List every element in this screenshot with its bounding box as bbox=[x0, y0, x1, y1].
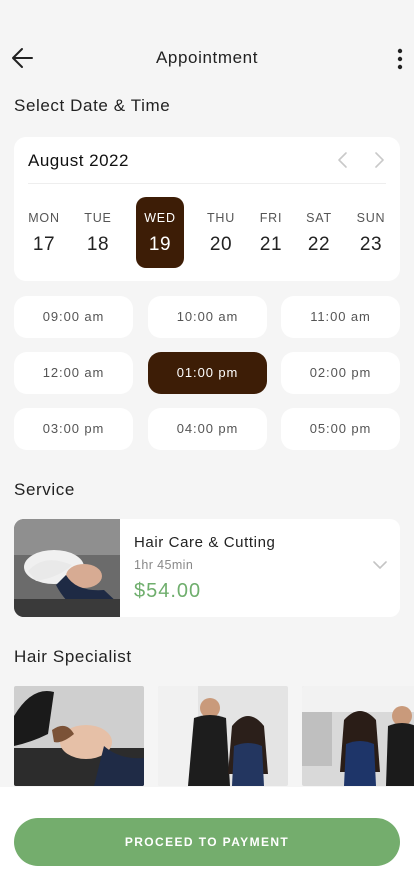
service-price: $54.00 bbox=[134, 580, 202, 602]
day-name: SUN bbox=[356, 211, 386, 225]
calendar-divider bbox=[28, 183, 386, 184]
date-time-section-title: Select Date & Time bbox=[14, 96, 171, 115]
time-slot[interactable]: 10:00 am bbox=[148, 296, 267, 338]
footer-bar: PROCEED TO PAYMENT bbox=[0, 787, 414, 896]
day-fri[interactable]: FRI 21 bbox=[247, 197, 295, 268]
day-wed-selected[interactable]: WED 19 bbox=[136, 197, 184, 268]
day-number: 19 bbox=[148, 234, 172, 255]
chevron-right-icon[interactable] bbox=[370, 149, 388, 171]
day-mon[interactable]: MON 17 bbox=[20, 197, 68, 268]
day-number: 20 bbox=[209, 234, 233, 255]
day-name: MON bbox=[28, 211, 60, 225]
day-name: SAT bbox=[306, 211, 332, 225]
day-name: TUE bbox=[84, 211, 112, 225]
calendar-month: August 2022 bbox=[28, 151, 129, 170]
day-name: WED bbox=[144, 211, 176, 225]
chevron-down-icon[interactable] bbox=[372, 559, 388, 571]
proceed-to-payment-button[interactable]: PROCEED TO PAYMENT bbox=[14, 818, 400, 866]
day-tue[interactable]: TUE 18 bbox=[74, 197, 122, 268]
calendar-card: August 2022 MON 17 TUE 18 WED 19 THU 20 … bbox=[14, 137, 400, 281]
day-number: 17 bbox=[32, 234, 56, 255]
service-duration: 1hr 45min bbox=[134, 558, 194, 572]
day-sat[interactable]: SAT 22 bbox=[295, 197, 343, 268]
day-name: FRI bbox=[259, 211, 283, 225]
time-slot[interactable]: 05:00 pm bbox=[281, 408, 400, 450]
day-sun[interactable]: SUN 23 bbox=[347, 197, 395, 268]
service-name: Hair Care & Cutting bbox=[134, 534, 276, 551]
page-title: Appointment bbox=[155, 48, 259, 67]
specialist-photo[interactable] bbox=[14, 686, 144, 786]
day-name: THU bbox=[206, 211, 236, 225]
time-slot[interactable]: 04:00 pm bbox=[148, 408, 267, 450]
time-slot-selected[interactable]: 01:00 pm bbox=[148, 352, 267, 394]
chevron-left-icon[interactable] bbox=[334, 149, 352, 171]
specialist-section-title: Hair Specialist bbox=[14, 647, 132, 666]
time-slot[interactable]: 09:00 am bbox=[14, 296, 133, 338]
day-thu[interactable]: THU 20 bbox=[197, 197, 245, 268]
specialist-photo[interactable] bbox=[158, 686, 288, 786]
service-card[interactable]: Hair Care & Cutting 1hr 45min $54.00 bbox=[14, 519, 400, 617]
appointment-screen: Appointment Select Date & Time August 20… bbox=[0, 0, 414, 896]
day-number: 23 bbox=[359, 234, 383, 255]
day-number: 18 bbox=[86, 234, 110, 255]
service-photo bbox=[14, 519, 120, 617]
time-slot[interactable]: 02:00 pm bbox=[281, 352, 400, 394]
more-vertical-icon[interactable] bbox=[392, 46, 408, 72]
app-header: Appointment bbox=[0, 36, 414, 80]
time-slot[interactable]: 03:00 pm bbox=[14, 408, 133, 450]
specialist-photo[interactable] bbox=[302, 686, 414, 786]
day-number: 22 bbox=[307, 234, 331, 255]
time-slot[interactable]: 12:00 am bbox=[14, 352, 133, 394]
service-section-title: Service bbox=[14, 480, 75, 499]
day-number: 21 bbox=[259, 234, 283, 255]
time-slot[interactable]: 11:00 am bbox=[281, 296, 400, 338]
